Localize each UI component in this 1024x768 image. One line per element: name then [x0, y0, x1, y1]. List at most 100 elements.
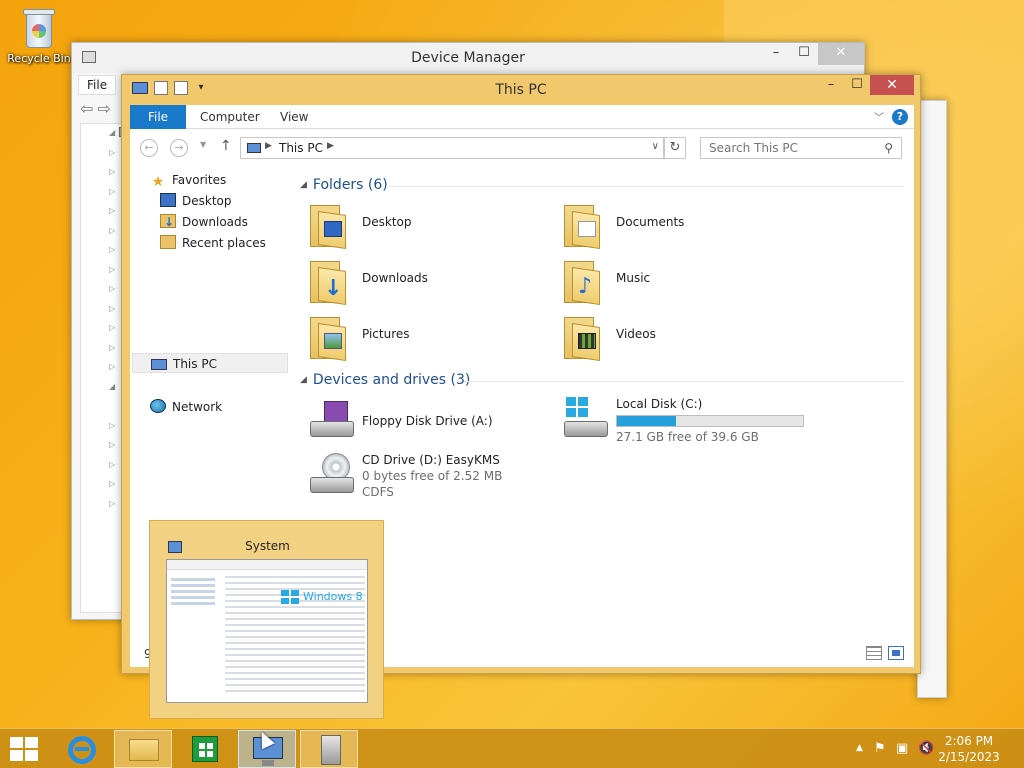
network-disconnected-icon[interactable]: ▣: [896, 741, 908, 756]
folder-desktop[interactable]: Desktop: [308, 199, 548, 251]
folder-label: Downloads: [362, 271, 428, 285]
start-button[interactable]: [10, 737, 38, 761]
search-box[interactable]: ⚲: [700, 137, 902, 159]
expand-icon[interactable]: ▷: [109, 187, 115, 196]
collapse-icon[interactable]: ◢: [300, 180, 307, 190]
nav-favorites-label: Favorites: [172, 173, 227, 187]
expand-icon[interactable]: ▷: [109, 304, 115, 313]
refresh-button[interactable]: ↻: [664, 137, 686, 159]
taskbar-device-manager[interactable]: [300, 730, 358, 768]
collapse-icon[interactable]: ◢: [109, 128, 115, 137]
expand-icon[interactable]: ▷: [109, 323, 115, 332]
expand-icon[interactable]: ▷: [109, 245, 115, 254]
windows-logo-icon: [281, 590, 299, 604]
taskbar-thumbnail-system[interactable]: System Windows 8: [149, 520, 384, 719]
breadcrumb-this-pc[interactable]: This PC: [279, 141, 323, 155]
tab-view[interactable]: View: [266, 105, 322, 129]
nav-this-pc[interactable]: This PC: [132, 353, 288, 373]
large-icons-view-icon[interactable]: [888, 646, 904, 660]
device-manager-titlebar[interactable]: Device Manager: [72, 43, 864, 73]
folders-group-header[interactable]: ◢ Folders (6): [300, 177, 388, 193]
menu-file[interactable]: File: [78, 75, 117, 95]
expand-icon[interactable]: ▷: [109, 148, 115, 157]
minimize-button[interactable]: –: [762, 43, 790, 65]
drive-name: CD Drive (D:) EasyKMS: [362, 453, 500, 467]
folder-music[interactable]: ♪ Music: [562, 255, 802, 307]
folders-divider: [388, 186, 904, 187]
taskbar-file-explorer[interactable]: [114, 730, 172, 768]
volume-muted-icon[interactable]: 🔇: [918, 741, 934, 756]
tab-computer[interactable]: Computer: [186, 105, 274, 129]
close-button[interactable]: ✕: [870, 75, 914, 95]
search-input[interactable]: [701, 138, 871, 158]
search-icon[interactable]: ⚲: [884, 141, 893, 155]
expand-icon[interactable]: ▷: [109, 499, 115, 508]
maximize-button[interactable]: ☐: [844, 75, 870, 95]
maximize-button[interactable]: ☐: [790, 43, 818, 65]
nav-desktop[interactable]: Desktop: [160, 191, 232, 211]
forward-arrow-icon[interactable]: ⇨: [97, 99, 110, 118]
address-bar[interactable]: ▶ This PC ▶ ∨: [240, 137, 664, 159]
nav-recent-places[interactable]: Recent places: [160, 233, 266, 253]
drive-usage-bar: [616, 415, 804, 427]
expand-icon[interactable]: ▷: [109, 167, 115, 176]
forward-button[interactable]: →: [170, 139, 188, 157]
recent-locations-icon[interactable]: ▼: [200, 140, 206, 149]
music-folder-icon: ♪: [562, 259, 602, 305]
windows-brand-text: Windows 8: [303, 590, 363, 603]
expand-icon[interactable]: ▷: [109, 206, 115, 215]
drive-local-c[interactable]: Local Disk (C:) 27.1 GB free of 39.6 GB: [562, 397, 812, 445]
expand-icon[interactable]: ▷: [109, 479, 115, 488]
folder-videos[interactable]: Videos: [562, 311, 802, 363]
breadcrumb-separator-icon[interactable]: ▶: [327, 141, 334, 151]
nav-network[interactable]: Network: [150, 397, 222, 417]
expand-icon[interactable]: ▷: [109, 421, 115, 430]
recycle-bin-desktop-icon[interactable]: Recycle Bin: [4, 6, 74, 65]
thumbnail-preview[interactable]: Windows 8: [166, 559, 368, 703]
back-button[interactable]: ←: [140, 139, 158, 157]
view-switcher: [866, 646, 904, 660]
action-center-flag-icon[interactable]: ⚑: [874, 741, 886, 756]
expand-icon[interactable]: ▷: [109, 284, 115, 293]
up-button[interactable]: ↑: [220, 138, 232, 154]
devices-group-header[interactable]: ◢ Devices and drives (3): [300, 372, 470, 388]
help-icon[interactable]: ?: [892, 109, 908, 125]
close-button[interactable]: ✕: [818, 43, 864, 65]
back-arrow-icon[interactable]: ⇦: [80, 99, 93, 118]
expand-ribbon-icon[interactable]: ﹀: [874, 109, 884, 124]
chevron-down-icon[interactable]: ▾: [194, 81, 208, 95]
drive-floppy-a[interactable]: Floppy Disk Drive (A:): [308, 397, 548, 445]
expand-icon[interactable]: ▷: [109, 265, 115, 274]
breadcrumb-separator-icon[interactable]: ▶: [265, 141, 272, 151]
new-folder-icon[interactable]: [174, 81, 188, 95]
expand-icon[interactable]: ▷: [109, 460, 115, 469]
nav-network-label: Network: [172, 400, 223, 414]
taskbar-internet-explorer[interactable]: [52, 730, 110, 768]
floppy-drive-icon: [308, 397, 354, 443]
clock[interactable]: 2:06 PM 2/15/2023: [934, 733, 1004, 765]
nav-favorites[interactable]: ★ Favorites: [150, 170, 227, 190]
show-hidden-icons-icon[interactable]: ▲: [856, 743, 863, 753]
collapse-icon[interactable]: ◢: [300, 375, 307, 385]
this-pc-titlebar[interactable]: ▾ This PC – ☐ ✕: [122, 75, 920, 103]
folder-pictures[interactable]: Pictures: [308, 311, 548, 363]
tab-file[interactable]: File: [130, 105, 186, 129]
internet-explorer-icon: [68, 736, 96, 764]
system-window-edge[interactable]: [917, 100, 947, 698]
address-dropdown-icon[interactable]: ∨: [652, 141, 659, 152]
expand-icon[interactable]: ▷: [109, 362, 115, 371]
details-view-icon[interactable]: [866, 646, 882, 660]
properties-icon[interactable]: [154, 81, 168, 95]
drive-cd-d[interactable]: CD Drive (D:) EasyKMS 0 bytes free of 2.…: [308, 453, 548, 513]
folder-downloads[interactable]: ↓ Downloads: [308, 255, 548, 307]
nav-downloads[interactable]: Downloads: [160, 212, 248, 232]
expand-icon[interactable]: ▷: [109, 226, 115, 235]
collapse-icon[interactable]: ◢: [109, 382, 115, 391]
expand-icon[interactable]: ▷: [109, 343, 115, 352]
taskbar-store[interactable]: [176, 730, 234, 768]
expand-icon[interactable]: ▷: [109, 440, 115, 449]
window-controls: – ☐ ✕: [818, 75, 914, 95]
minimize-button[interactable]: –: [818, 75, 844, 95]
this-pc-icon: [151, 359, 167, 370]
folder-documents[interactable]: Documents: [562, 199, 802, 251]
